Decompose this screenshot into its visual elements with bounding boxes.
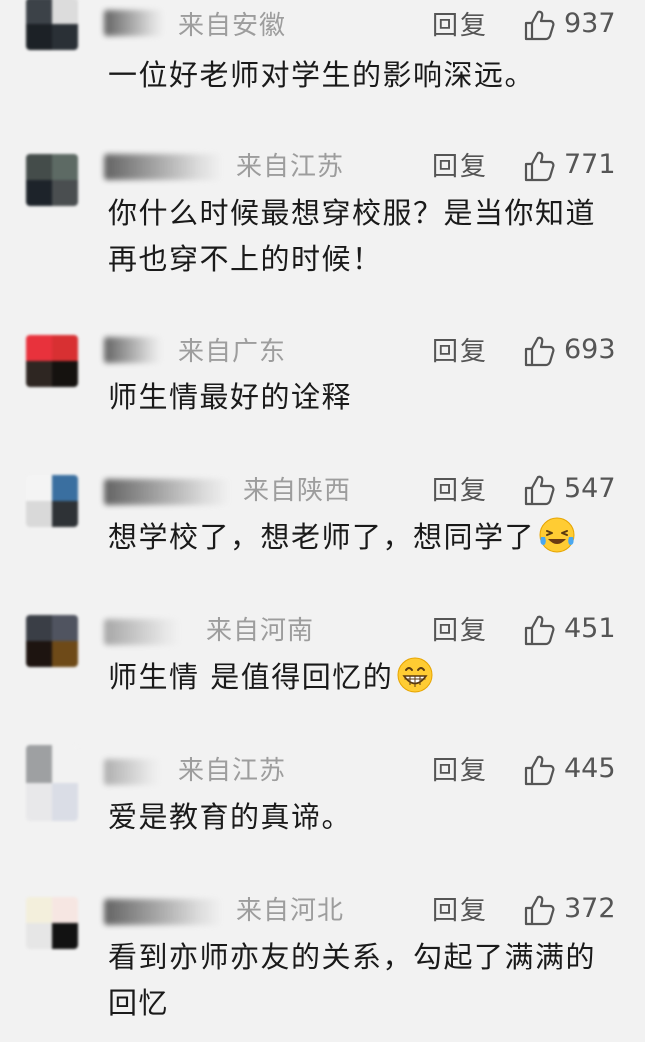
username[interactable] [104, 759, 160, 785]
comment-text: 你什么时候最想穿校服？是当你知道再也穿不上的时候！ [108, 196, 597, 276]
like-button[interactable]: 547 [522, 473, 640, 507]
reply-button[interactable]: 回复 [432, 10, 488, 42]
thumbs-up-icon [524, 615, 555, 646]
username[interactable] [104, 337, 162, 363]
location-label: 来自河北 [236, 896, 345, 926]
thumbs-up-icon [524, 895, 555, 926]
comment-text: 看到亦师亦友的关系，勾起了满满的回忆 [108, 940, 597, 1020]
grin-icon [397, 657, 433, 693]
comment-text: 想学校了，想老师了，想同学了 [108, 514, 618, 560]
location-label: 来自广东 [178, 337, 287, 367]
avatar[interactable] [26, 335, 78, 387]
username[interactable] [104, 10, 164, 36]
like-button[interactable]: 372 [522, 893, 640, 927]
avatar[interactable] [26, 0, 78, 50]
like-count: 771 [564, 149, 616, 180]
location-label: 来自河南 [206, 616, 315, 646]
avatar[interactable] [26, 897, 78, 949]
reply-button[interactable]: 回复 [432, 475, 488, 507]
username[interactable] [104, 619, 180, 645]
comment-text-content: 师生情 是值得回忆的 [108, 660, 394, 694]
thumbs-up-icon [524, 151, 555, 182]
like-button[interactable]: 771 [522, 149, 640, 183]
thumbs-up-icon [524, 475, 555, 506]
like-count: 372 [564, 893, 616, 924]
location-label: 来自江苏 [178, 756, 287, 786]
like-button[interactable]: 451 [522, 613, 640, 647]
thumbs-up-icon [524, 10, 555, 41]
comment-text: 师生情 是值得回忆的 [108, 654, 618, 700]
like-count: 547 [564, 473, 616, 504]
location-label: 来自安徽 [178, 11, 287, 41]
reply-button[interactable]: 回复 [432, 895, 488, 927]
like-count: 937 [564, 8, 616, 39]
like-count: 693 [564, 334, 616, 365]
like-button[interactable]: 937 [522, 8, 640, 42]
thumbs-up-icon [524, 755, 555, 786]
username[interactable] [104, 479, 230, 505]
comment-text: 一位好老师对学生的影响深远。 [108, 58, 536, 92]
reply-button[interactable]: 回复 [432, 755, 488, 787]
like-count: 451 [564, 613, 616, 644]
location-label: 来自江苏 [236, 152, 345, 182]
reply-button[interactable]: 回复 [432, 615, 488, 647]
username[interactable] [104, 154, 222, 180]
thumbs-up-icon [524, 336, 555, 367]
like-button[interactable]: 693 [522, 334, 640, 368]
like-button[interactable]: 445 [522, 753, 640, 787]
reply-button[interactable]: 回复 [432, 336, 488, 368]
location-label: 来自陕西 [243, 476, 352, 506]
comment-text-content: 想学校了，想老师了，想同学了 [108, 520, 536, 554]
comment-text: 师生情最好的诠释 [108, 380, 353, 414]
reply-button[interactable]: 回复 [432, 151, 488, 183]
comment-text: 爱是教育的真谛。 [108, 800, 353, 834]
laugh-cry-icon [539, 517, 575, 553]
avatar[interactable] [26, 475, 78, 527]
username[interactable] [104, 899, 222, 925]
avatar[interactable] [26, 154, 78, 206]
avatar[interactable] [26, 745, 78, 821]
like-count: 445 [564, 753, 616, 784]
avatar[interactable] [26, 615, 78, 667]
